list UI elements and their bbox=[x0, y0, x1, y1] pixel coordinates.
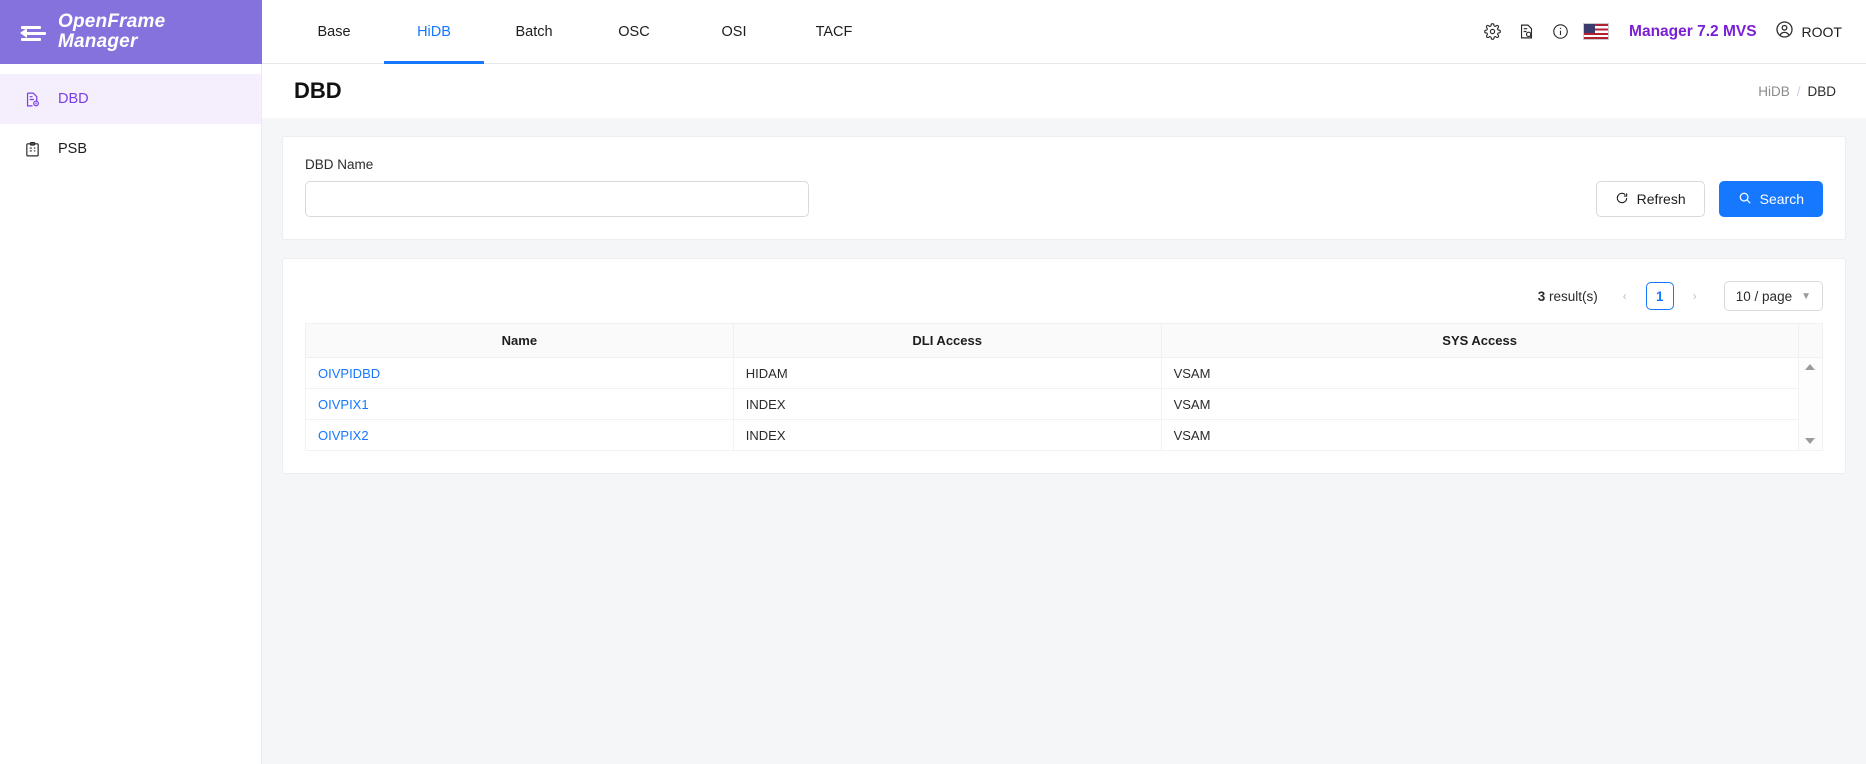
page-title: DBD bbox=[294, 78, 342, 103]
tab-osc[interactable]: OSC bbox=[584, 0, 684, 63]
cell-name: OIVPIX1 bbox=[305, 388, 734, 420]
page-header: DBD HiDB / DBD bbox=[262, 64, 1866, 118]
flag-us-icon[interactable] bbox=[1583, 23, 1610, 40]
column-header-sys-access: SYS Access bbox=[1160, 323, 1799, 358]
info-icon[interactable] bbox=[1543, 15, 1577, 49]
tab-base[interactable]: Base bbox=[284, 0, 384, 63]
dbd-name-label: DBD Name bbox=[305, 157, 374, 172]
chevron-down-icon: ▼ bbox=[1801, 290, 1811, 302]
results-count: 3 result(s) bbox=[1538, 289, 1598, 304]
document-search-icon[interactable] bbox=[1509, 15, 1543, 49]
manager-version-label: Manager 7.2 MVS bbox=[1629, 22, 1757, 40]
clipboard-icon bbox=[22, 139, 42, 159]
header-actions: Manager 7.2 MVS ROOT bbox=[1475, 0, 1866, 63]
cell-dli-access: INDEX bbox=[732, 388, 1162, 420]
header: Base HiDB Batch OSC OSI TACF Manager 7.2… bbox=[262, 0, 1866, 64]
cell-sys-access: VSAM bbox=[1160, 357, 1799, 389]
search-icon bbox=[1738, 191, 1752, 208]
brand-title: OpenFrame Manager bbox=[58, 12, 165, 52]
column-header-dli-access: DLI Access bbox=[732, 323, 1162, 358]
refresh-button[interactable]: Refresh bbox=[1595, 181, 1705, 217]
table-head: Name DLI Access SYS Access bbox=[305, 323, 1824, 358]
table-row[interactable]: OIVPIDBD HIDAM VSAM bbox=[305, 357, 1824, 451]
dbd-link[interactable]: OIVPIX1 bbox=[318, 397, 369, 412]
breadcrumb-separator: / bbox=[1796, 83, 1801, 99]
breadcrumb: HiDB / DBD bbox=[1758, 84, 1836, 99]
body: DBD PSB DBD HiDB / DBD DBD Name Refresh … bbox=[0, 64, 1866, 764]
cell-dli-access: HIDAM bbox=[732, 357, 1162, 389]
brand-logo-area: OpenFrame Manager bbox=[0, 0, 262, 64]
gear-icon[interactable] bbox=[1475, 15, 1509, 49]
search-actions: Refresh Search bbox=[1595, 181, 1823, 217]
cell-name: OIVPIDBD bbox=[305, 357, 734, 389]
tab-batch[interactable]: Batch bbox=[484, 0, 584, 63]
tab-osi[interactable]: OSI bbox=[684, 0, 784, 63]
brand-line-1: OpenFrame bbox=[58, 11, 166, 32]
content-scroll-area: DBD Name Refresh Search 3 result(s) ‹ 1 … bbox=[262, 118, 1866, 764]
pagination-prev[interactable]: ‹ bbox=[1614, 283, 1636, 309]
sidebar: DBD PSB bbox=[0, 64, 262, 764]
search-panel: DBD Name Refresh Search bbox=[282, 136, 1846, 240]
table-row[interactable]: OIVPIX2 INDEX VSAM bbox=[305, 419, 1823, 451]
table-toolbar: 3 result(s) ‹ 1 › 10 / page ▼ bbox=[305, 279, 1823, 313]
dbd-table: Name DLI Access SYS Access OIVPIDBD HIDA… bbox=[305, 323, 1824, 451]
scroll-down-arrow-icon[interactable] bbox=[1805, 438, 1816, 444]
table-vertical-scrollbar[interactable] bbox=[1797, 357, 1824, 451]
page-size-select[interactable]: 10 / page ▼ bbox=[1723, 281, 1823, 311]
table-body: OIVPIDBD HIDAM VSAM OIVPIX1 INDEX VSAM O… bbox=[305, 357, 1824, 451]
scroll-up-arrow-icon[interactable] bbox=[1805, 364, 1816, 370]
pagination-next[interactable]: › bbox=[1684, 283, 1706, 309]
search-button-label: Search bbox=[1759, 191, 1804, 207]
breadcrumb-parent[interactable]: HiDB bbox=[1758, 84, 1790, 99]
sidebar-item-psb-label: PSB bbox=[58, 141, 88, 157]
main-tabs: Base HiDB Batch OSC OSI TACF bbox=[262, 0, 884, 64]
column-header-scrollbar-spacer bbox=[1797, 323, 1824, 358]
tab-hidb[interactable]: HiDB bbox=[384, 0, 484, 64]
document-config-icon bbox=[22, 89, 42, 109]
brand-line-2: Manager bbox=[58, 31, 138, 52]
cell-dli-access: INDEX bbox=[732, 419, 1162, 451]
cell-name: OIVPIX2 bbox=[305, 419, 734, 451]
dbd-name-field: DBD Name bbox=[305, 157, 809, 217]
main-content: DBD HiDB / DBD DBD Name Refresh Search 3… bbox=[262, 64, 1866, 764]
app-root: OpenFrame Manager Base HiDB Batch OSC OS… bbox=[0, 0, 1866, 764]
dbd-link[interactable]: OIVPIX2 bbox=[318, 428, 369, 443]
pagination-page-1[interactable]: 1 bbox=[1645, 282, 1674, 310]
dbd-name-input[interactable] bbox=[305, 181, 809, 217]
user-avatar-icon bbox=[1775, 20, 1794, 44]
top-bar: OpenFrame Manager Base HiDB Batch OSC OS… bbox=[0, 0, 1866, 64]
table-header-row: Name DLI Access SYS Access bbox=[305, 323, 1824, 358]
tab-tacf[interactable]: TACF bbox=[784, 0, 884, 63]
search-button[interactable]: Search bbox=[1718, 181, 1823, 217]
refresh-icon bbox=[1615, 191, 1629, 208]
breadcrumb-current: DBD bbox=[1807, 83, 1836, 99]
results-panel: 3 result(s) ‹ 1 › 10 / page ▼ Name DLI A… bbox=[282, 258, 1846, 474]
page-size-label: 10 / page bbox=[1735, 288, 1793, 304]
column-header-name: Name bbox=[305, 323, 734, 358]
cell-sys-access: VSAM bbox=[1160, 388, 1799, 420]
table-row[interactable]: OIVPIX1 INDEX VSAM bbox=[305, 388, 1823, 420]
sidebar-item-dbd[interactable]: DBD bbox=[0, 74, 261, 124]
sidebar-collapse-icon[interactable] bbox=[18, 19, 46, 45]
sidebar-item-psb[interactable]: PSB bbox=[0, 124, 261, 174]
refresh-button-label: Refresh bbox=[1636, 191, 1686, 207]
sidebar-item-dbd-label: DBD bbox=[58, 91, 89, 107]
user-name-label: ROOT bbox=[1801, 23, 1842, 40]
results-count-suffix: result(s) bbox=[1545, 288, 1598, 304]
dbd-link[interactable]: OIVPIDBD bbox=[318, 366, 380, 381]
user-menu[interactable]: ROOT bbox=[1775, 20, 1842, 44]
cell-sys-access: VSAM bbox=[1160, 419, 1799, 451]
